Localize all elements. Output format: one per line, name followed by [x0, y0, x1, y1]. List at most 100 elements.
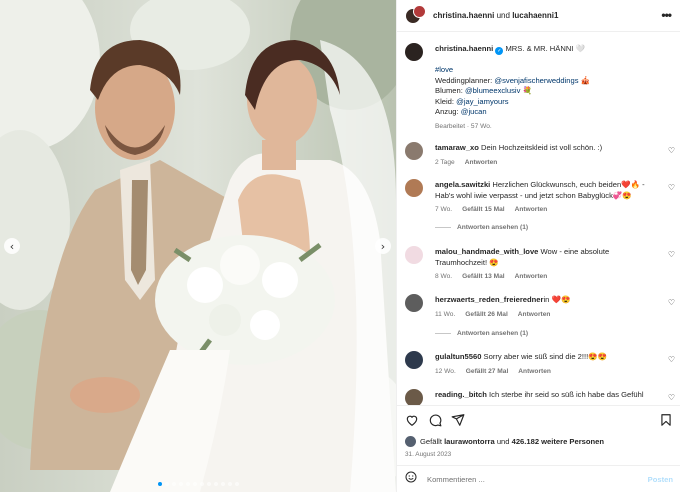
- post-comment-button[interactable]: Posten: [648, 475, 673, 484]
- credit-label: Kleid:: [435, 96, 457, 106]
- comment-username[interactable]: tamaraw_xo: [435, 143, 479, 152]
- more-options-button[interactable]: •••: [661, 8, 672, 22]
- slide-dot: [192, 482, 197, 486]
- slide-dot: [157, 482, 162, 486]
- reply-button[interactable]: Antworten: [515, 205, 548, 216]
- credit-label: Weddingplanner:: [435, 75, 495, 85]
- caption-credit-line: Kleid: @jay_iamyours: [435, 97, 655, 108]
- heart-icon: ♡: [667, 146, 675, 155]
- wedding-photo-image: [0, 0, 396, 492]
- heart-icon: ♡: [667, 393, 675, 402]
- post-header: christina.haenni und lucahaenni1 •••: [397, 0, 680, 32]
- avatar[interactable]: [413, 4, 426, 18]
- view-replies-label: Antworten ansehen (1): [457, 224, 529, 231]
- slide-dot: [185, 482, 190, 486]
- share-icon: [451, 414, 465, 426]
- avatar[interactable]: [405, 294, 423, 312]
- author-link-christina[interactable]: christina.haenni: [433, 11, 494, 20]
- previous-slide-button[interactable]: ‹: [4, 238, 20, 254]
- avatar[interactable]: [405, 351, 423, 369]
- heart-icon: ♡: [667, 250, 675, 259]
- verified-badge-icon: ✓: [495, 47, 504, 55]
- comment-like-button[interactable]: ♡: [668, 183, 675, 192]
- slide-indicator: [0, 482, 396, 486]
- comment-body: tamaraw_xo Dein Hochzeitskleid ist voll …: [435, 143, 655, 168]
- comment-input[interactable]: [427, 474, 627, 484]
- credit-label: Anzug:: [435, 107, 461, 117]
- comment-like-count[interactable]: Gefällt 15 Mal: [462, 205, 505, 216]
- view-replies-button[interactable]: Antworten ansehen (1): [435, 330, 528, 337]
- bookmark-icon: [661, 414, 671, 426]
- heart-icon: ♡: [667, 298, 675, 307]
- caption-first-line: christina.haenni ✓ MRS. & MR. HÄNNI 🤍: [435, 44, 655, 55]
- post-side-panel: christina.haenni und lucahaenni1 ••• chr…: [396, 0, 680, 492]
- reply-button[interactable]: Antworten: [465, 158, 498, 169]
- reply-button[interactable]: Antworten: [518, 367, 551, 378]
- caption-meta: Bearbeitet · 57 Wo.: [435, 122, 655, 133]
- caption-username[interactable]: christina.haenni: [435, 44, 493, 53]
- reply-button[interactable]: Antworten: [518, 310, 551, 321]
- comment-text: in ❤️😍: [543, 295, 571, 304]
- comment-time: 2 Tage: [435, 158, 455, 166]
- likes-count[interactable]: 426.182 weitere Personen: [512, 437, 604, 446]
- comment-text: Sorry aber wie süß sind die 2!!!😍😍: [483, 352, 608, 361]
- comment-username[interactable]: reading._bitch: [435, 390, 487, 399]
- credit-emoji: 💐: [520, 86, 532, 96]
- credit-link-flowers[interactable]: @blumeexclusiv: [465, 86, 520, 95]
- avatar[interactable]: [405, 179, 423, 197]
- credit-emoji: 🎪: [578, 75, 591, 85]
- liked-by: Gefällt laurawontorra und 426.182 weiter…: [405, 436, 604, 447]
- credit-label: Blumen:: [435, 86, 465, 96]
- comment-body: gulaltun5560 Sorry aber wie süß sind die…: [435, 352, 655, 377]
- save-button[interactable]: [659, 413, 673, 427]
- comment-like-count[interactable]: Gefällt 27 Mal: [466, 367, 509, 378]
- caption-edited-time: Bearbeitet · 57 Wo.: [435, 122, 492, 130]
- comment-time: 12 Wo.: [435, 367, 456, 375]
- liked-by-user[interactable]: laurawontorra: [444, 437, 495, 446]
- comment-like-button[interactable]: ♡: [668, 250, 675, 259]
- post-actions: Gefällt laurawontorra und 426.182 weiter…: [397, 405, 680, 465]
- comment-time: 7 Wo.: [435, 206, 453, 214]
- comment-like-button[interactable]: ♡: [668, 298, 675, 307]
- author-link-luca[interactable]: lucahaenni1: [512, 11, 558, 20]
- caption-credit-line: Blumen: @blumeexclusiv 💐: [435, 86, 655, 97]
- caption-hashtag[interactable]: #love: [435, 65, 655, 76]
- avatar[interactable]: [405, 389, 423, 405]
- avatar[interactable]: [405, 43, 423, 61]
- credit-link-suit[interactable]: @jucan: [461, 107, 487, 116]
- comment-username[interactable]: gulaltun5560: [435, 352, 481, 361]
- credit-link-dress[interactable]: @jay_iamyours: [456, 97, 508, 106]
- view-replies-label: Antworten ansehen (1): [457, 330, 529, 337]
- share-button[interactable]: [451, 413, 465, 427]
- comment-button[interactable]: [428, 413, 442, 427]
- comments-list[interactable]: christina.haenni ✓ MRS. & MR. HÄNNI 🤍 #l…: [397, 33, 680, 405]
- emoji-button[interactable]: [405, 470, 417, 488]
- credit-link-weddingplanner[interactable]: @svenjafischerweddings: [494, 76, 578, 85]
- avatar[interactable]: [405, 436, 416, 447]
- liked-prefix: Gefällt: [420, 437, 445, 446]
- comment-body: herzwaerts_reden_freierednerin ❤️😍 11 Wo…: [435, 295, 655, 320]
- caption-credit-line: Anzug: @jucan: [435, 107, 655, 118]
- comment-like-button[interactable]: ♡: [668, 355, 675, 364]
- avatar[interactable]: [405, 246, 423, 264]
- slide-dot: [234, 482, 239, 486]
- comment-username[interactable]: angela.sawitzki: [435, 180, 490, 189]
- caption-body: christina.haenni ✓ MRS. & MR. HÄNNI 🤍 #l…: [435, 44, 655, 133]
- more-horizontal-icon: •••: [661, 8, 672, 22]
- heart-icon: ♡: [667, 355, 675, 364]
- comment-like-button[interactable]: ♡: [668, 393, 675, 402]
- reply-button[interactable]: Antworten: [515, 272, 548, 283]
- avatar[interactable]: [405, 142, 423, 160]
- like-button[interactable]: [405, 413, 419, 427]
- view-replies-button[interactable]: Antworten ansehen (1): [435, 224, 528, 231]
- comment-like-button[interactable]: ♡: [668, 146, 675, 155]
- next-slide-button[interactable]: ›: [375, 238, 391, 254]
- post-authors: christina.haenni und lucahaenni1: [433, 11, 558, 20]
- comment-like-count[interactable]: Gefällt 26 Mal: [465, 310, 508, 321]
- author-avatars[interactable]: [405, 4, 427, 27]
- comment-username[interactable]: herzwaerts_reden_freieredner: [435, 295, 543, 304]
- slide-dot: [213, 482, 218, 486]
- comment-username[interactable]: malou_handmade_with_love: [435, 247, 538, 256]
- post-photo[interactable]: ‹ ›: [0, 0, 396, 492]
- comment-like-count[interactable]: Gefällt 13 Mal: [462, 272, 505, 283]
